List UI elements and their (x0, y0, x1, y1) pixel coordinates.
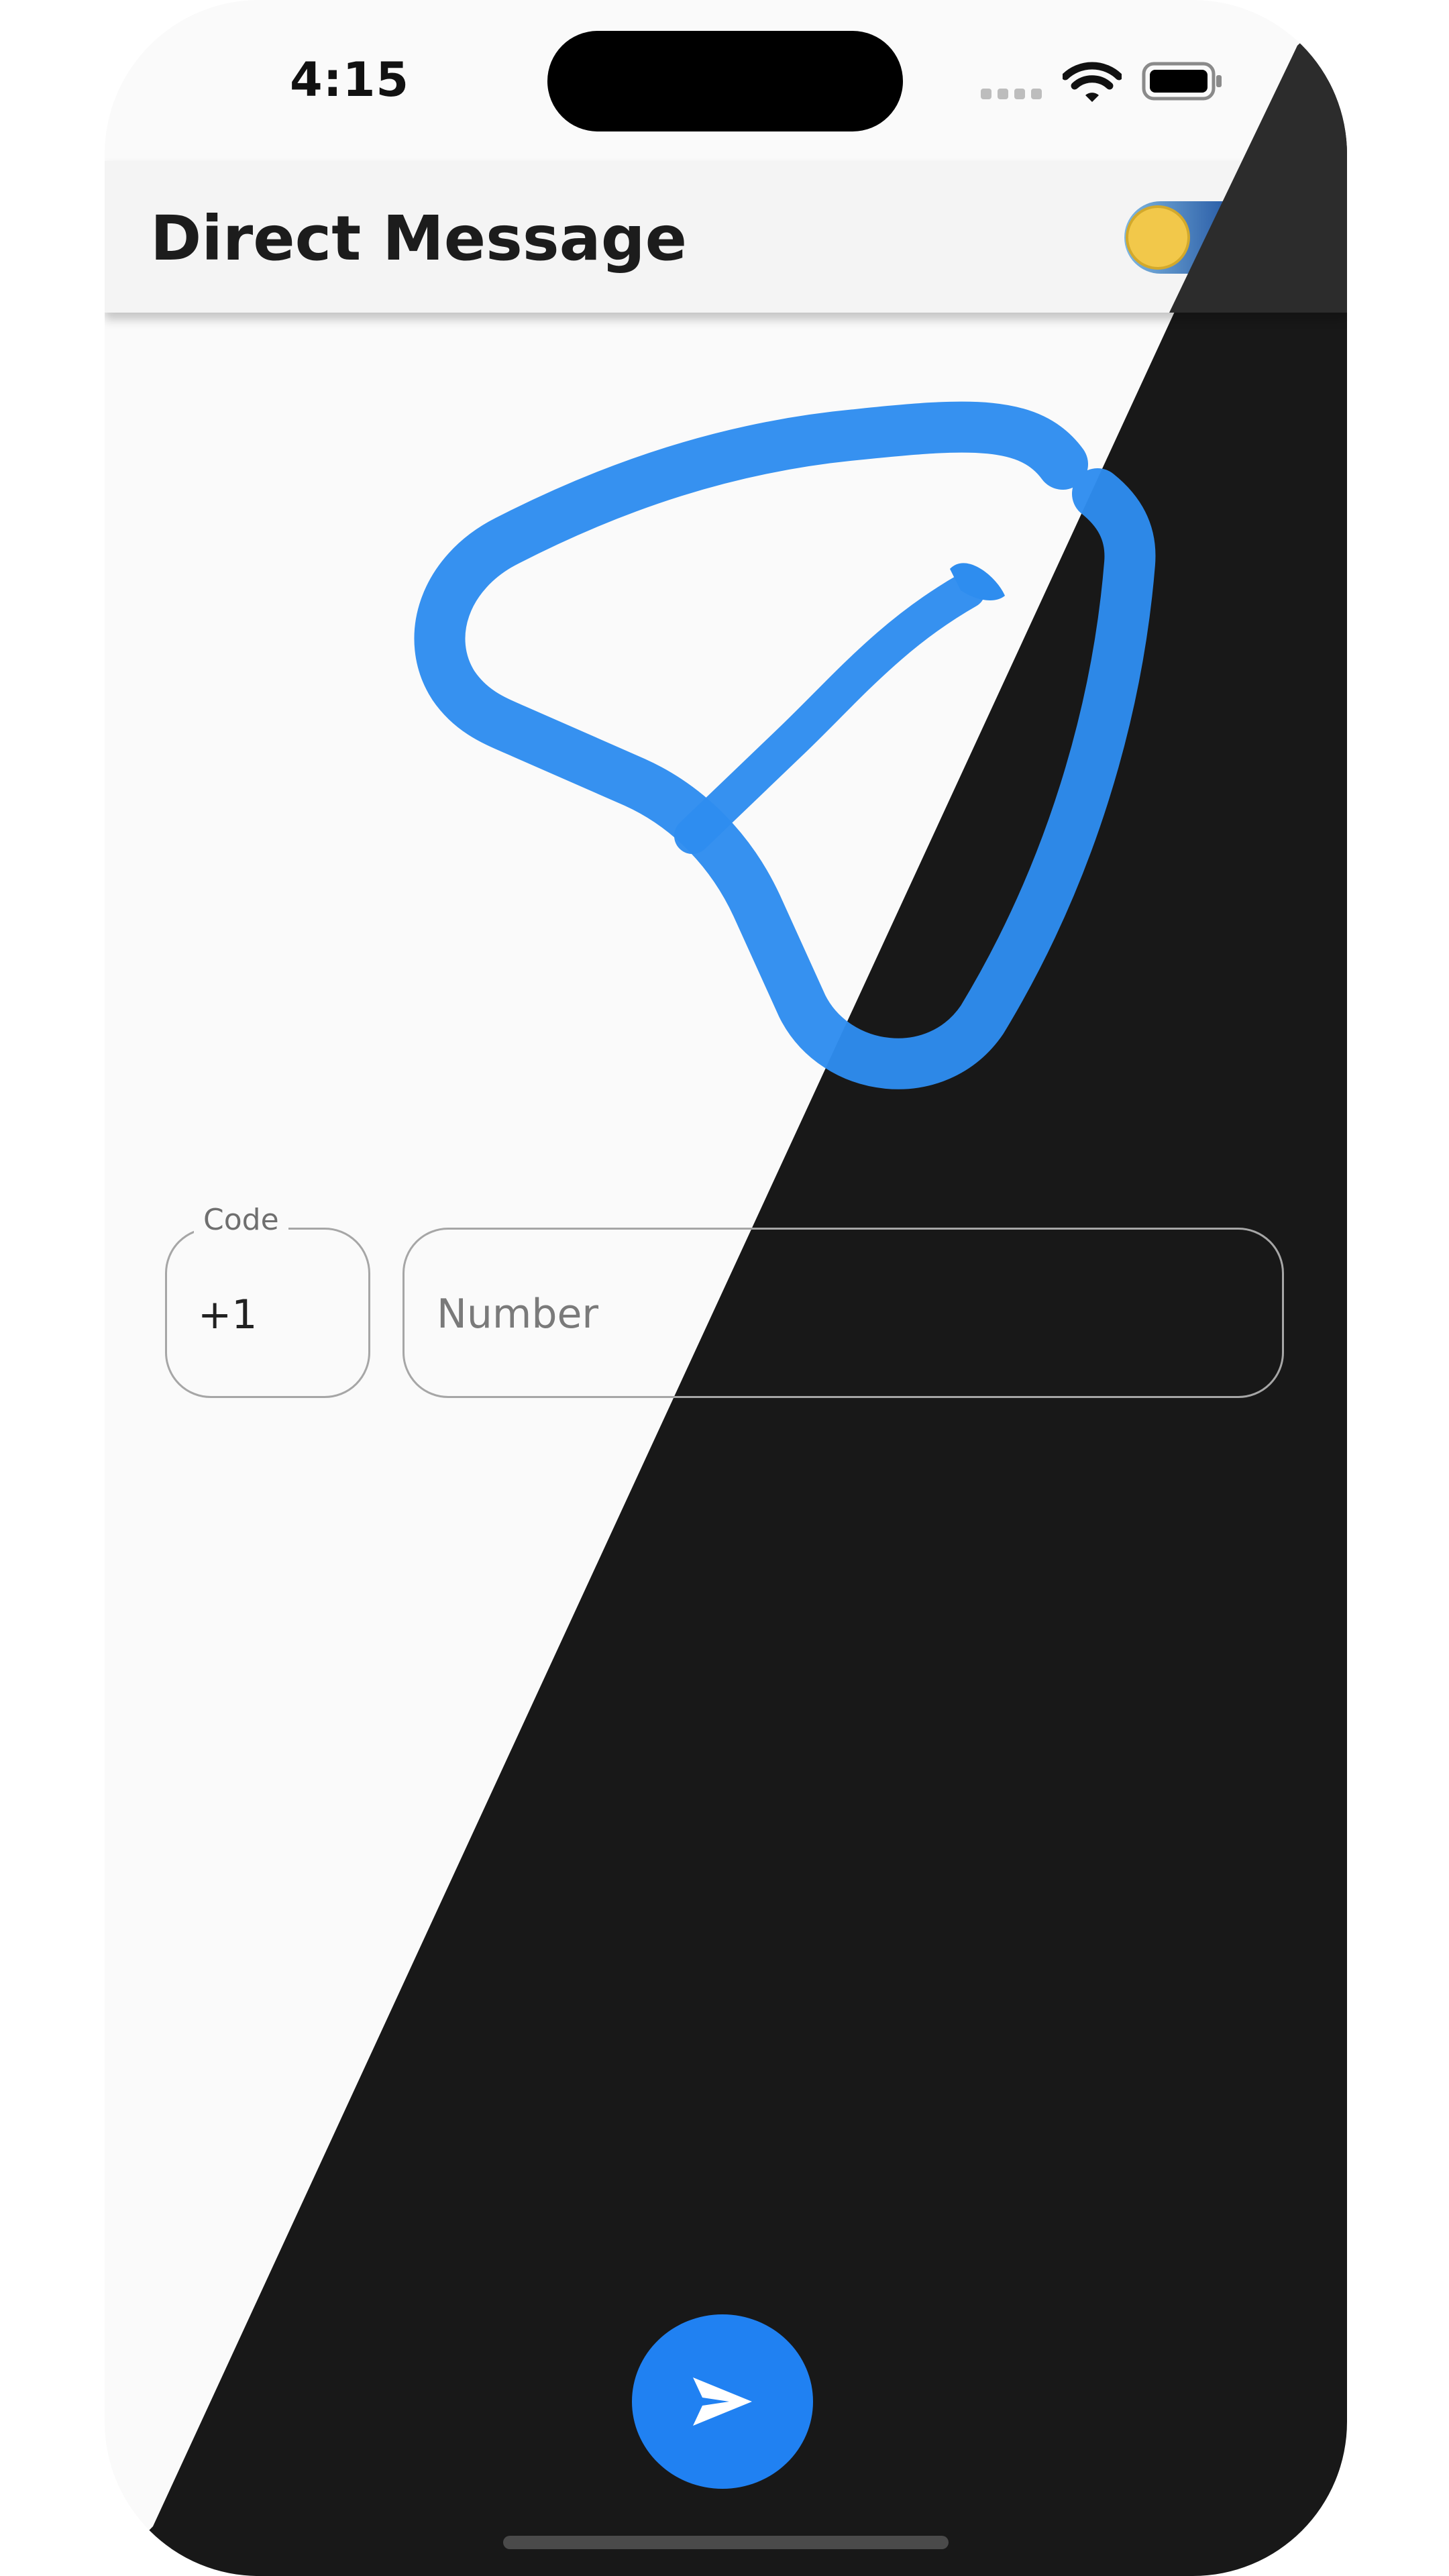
code-value: +1 (198, 1291, 258, 1338)
app-bar: Direct Message ✦ (105, 161, 1347, 313)
battery-icon (1142, 62, 1222, 101)
home-indicator[interactable] (503, 2536, 949, 2549)
wifi-icon (1063, 62, 1122, 102)
phone-number-field[interactable] (402, 1228, 1284, 1398)
status-bar: 4:15 (105, 0, 1347, 161)
code-label: Code (194, 1203, 288, 1237)
signal-dots-icon (981, 89, 1048, 99)
send-icon (693, 2377, 752, 2426)
phone-frame: Direct Message ✦ 4:15 (105, 0, 1347, 2576)
country-code-field[interactable]: Code +1 (165, 1203, 370, 1398)
paper-plane-logo-icon (414, 401, 1156, 1089)
screen: Direct Message ✦ 4:15 (0, 0, 1449, 2576)
phone-number-input[interactable] (435, 1277, 1216, 1352)
send-button[interactable] (632, 2314, 813, 2489)
status-time: 4:15 (290, 52, 410, 107)
dynamic-island (547, 31, 903, 131)
page-title: Direct Message (150, 203, 688, 274)
sun-icon (1126, 205, 1190, 270)
